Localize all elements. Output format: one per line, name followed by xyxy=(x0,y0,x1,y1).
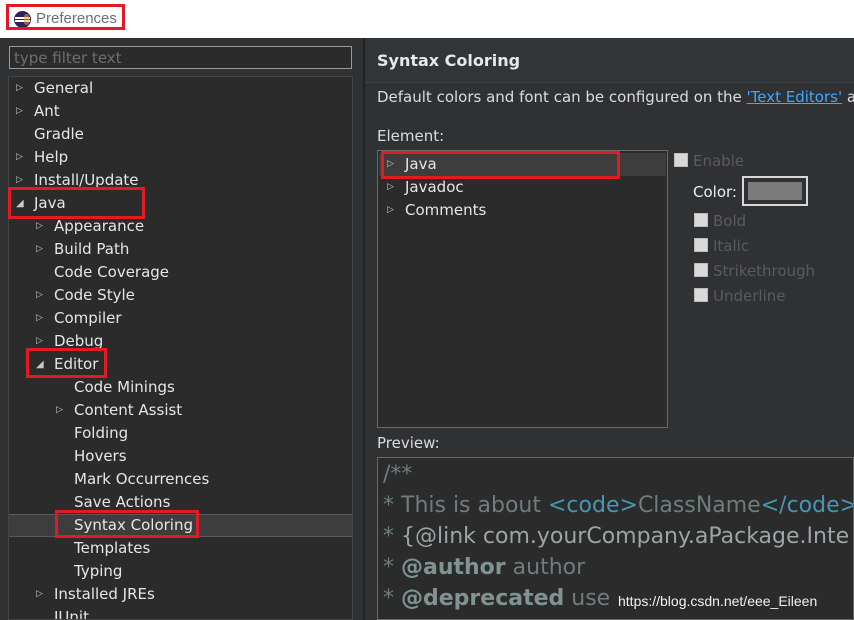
tree-item-help[interactable]: ▷ Help xyxy=(9,146,352,169)
expand-arrow-icon[interactable]: ▷ xyxy=(36,238,46,261)
highlight-box-syntax-coloring xyxy=(55,510,199,538)
tree-item-code-style[interactable]: ▷ Code Style xyxy=(9,284,352,307)
bold-label: Bold xyxy=(713,212,747,230)
element-item-javadoc[interactable]: ▷ Javadoc xyxy=(379,176,666,199)
expand-arrow-icon[interactable]: ▷ xyxy=(387,199,394,222)
underline-checkbox[interactable] xyxy=(694,288,708,302)
preferences-tree-pane: ▷ General ▷ Ant Gradle ▷ Help ▷ Install/… xyxy=(0,38,363,620)
tree-item-label: Templates xyxy=(74,539,151,557)
highlight-box-java xyxy=(8,187,145,219)
tree-item-label: Mark Occurrences xyxy=(74,470,210,488)
tree-item-label: Compiler xyxy=(54,309,122,327)
tree-item-label: Folding xyxy=(74,424,129,442)
expand-arrow-icon[interactable]: ▷ xyxy=(56,399,66,422)
tree-item-label: Gradle xyxy=(34,125,84,143)
watermark: https://blog.csdn.net/eee_Eileen xyxy=(618,593,818,609)
preview-label: Preview: xyxy=(377,434,440,452)
tree-item-label: JUnit xyxy=(54,608,89,620)
expand-arrow-icon[interactable]: ▷ xyxy=(16,100,26,123)
text-editors-link[interactable]: 'Text Editors' xyxy=(747,88,843,106)
tree-item-gradle[interactable]: Gradle xyxy=(9,123,352,146)
title-bar: Preferences xyxy=(0,0,854,39)
filter-input[interactable] xyxy=(9,46,352,69)
tree-item-label: Installed JREs xyxy=(54,585,155,603)
color-label: Color: xyxy=(693,183,737,201)
preview-line-5: * @deprecated use xyxy=(383,586,611,611)
tree-item-label: Code Minings xyxy=(74,378,175,396)
italic-label: Italic xyxy=(713,237,750,255)
tree-item-label: Typing xyxy=(74,562,123,580)
tree-item-folding[interactable]: Folding xyxy=(9,422,352,445)
highlight-box-element-java xyxy=(381,151,620,179)
expand-arrow-icon[interactable]: ▷ xyxy=(16,146,26,169)
tree-item-compiler[interactable]: ▷ Compiler xyxy=(9,307,352,330)
tree-item-label: General xyxy=(34,79,94,97)
expand-arrow-icon[interactable]: ▷ xyxy=(36,307,46,330)
tree-item-code-coverage[interactable]: Code Coverage xyxy=(9,261,352,284)
description-text: Default colors and font can be configure… xyxy=(377,88,747,106)
element-item-label: Comments xyxy=(405,201,487,219)
tree-item-build-path[interactable]: ▷ Build Path xyxy=(9,238,352,261)
tree-item-label: Ant xyxy=(34,102,60,120)
preview-line-3: * {@link com.yourCompany.aPackage.Inte xyxy=(383,524,850,549)
color-swatch xyxy=(748,182,802,200)
tree-item-hovers[interactable]: Hovers xyxy=(9,445,352,468)
strikethrough-checkbox[interactable] xyxy=(694,263,708,277)
element-tree: ▷ Java ▷ Javadoc ▷ Comments xyxy=(377,150,668,428)
enable-label: Enable xyxy=(693,152,745,170)
element-item-label: Javadoc xyxy=(405,178,464,196)
syntax-coloring-page: Syntax Coloring Default colors and font … xyxy=(365,38,854,620)
enable-checkbox[interactable] xyxy=(674,153,688,167)
tree-item-junit[interactable]: JUnit xyxy=(9,606,352,620)
tree-item-label: Code Coverage xyxy=(54,263,170,281)
element-label: Element: xyxy=(377,127,445,145)
style-options: Enable Color: Bold Italic Strikethrough … xyxy=(673,150,853,310)
page-description: Default colors and font can be configure… xyxy=(377,88,854,106)
tree-item-installed-jres[interactable]: ▷ Installed JREs xyxy=(9,583,352,606)
highlight-box-title xyxy=(6,4,125,30)
expand-arrow-icon[interactable]: ▷ xyxy=(16,77,26,100)
expand-arrow-icon[interactable]: ▷ xyxy=(387,176,394,199)
page-header: Syntax Coloring xyxy=(365,38,854,83)
page-title: Syntax Coloring xyxy=(377,51,521,70)
color-picker-button[interactable] xyxy=(742,176,808,206)
underline-label: Underline xyxy=(713,287,786,305)
tree-item-label: Hovers xyxy=(74,447,127,465)
bold-checkbox[interactable] xyxy=(694,213,708,227)
preview-line-2: * This is about <code>ClassName</code> xyxy=(383,493,854,518)
expand-arrow-icon[interactable]: ▷ xyxy=(36,583,46,606)
strikethrough-label: Strikethrough xyxy=(713,262,816,280)
tree-item-label: Content Assist xyxy=(74,401,183,419)
highlight-box-editor xyxy=(26,348,107,378)
tree-item-templates[interactable]: Templates xyxy=(9,537,352,560)
preview-line-4: * @author author xyxy=(383,555,586,580)
tree-item-label: Help xyxy=(34,148,69,166)
tree-item-label: Build Path xyxy=(54,240,130,258)
tree-item-mark-occurrences[interactable]: Mark Occurrences xyxy=(9,468,352,491)
italic-checkbox[interactable] xyxy=(694,238,708,252)
tree-item-general[interactable]: ▷ General xyxy=(9,77,352,100)
tree-item-ant[interactable]: ▷ Ant xyxy=(9,100,352,123)
element-item-comments[interactable]: ▷ Comments xyxy=(379,199,666,222)
expand-arrow-icon[interactable]: ▷ xyxy=(36,284,46,307)
tree-item-code-minings[interactable]: Code Minings xyxy=(9,376,352,399)
tree-item-content-assist[interactable]: ▷ Content Assist xyxy=(9,399,352,422)
tree-item-label: Code Style xyxy=(54,286,135,304)
tree-item-typing[interactable]: Typing xyxy=(9,560,352,583)
description-suffix: and xyxy=(846,88,854,106)
preview-line-1: /** xyxy=(383,462,413,487)
